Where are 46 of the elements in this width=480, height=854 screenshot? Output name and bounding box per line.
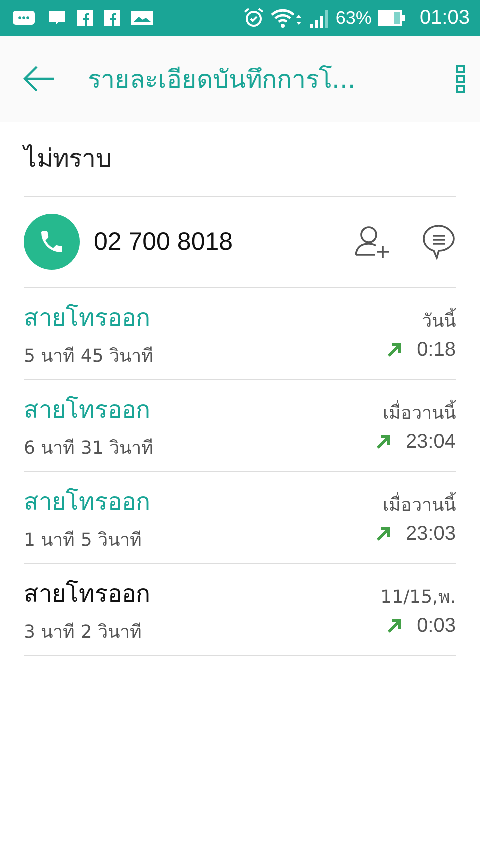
- add-person-icon: [354, 225, 392, 259]
- battery-icon: [376, 8, 407, 28]
- call-type: สายโทรออก: [24, 394, 152, 426]
- call-duration: 3 นาที 2 วินาที: [24, 620, 144, 644]
- chat-icon: [12, 9, 38, 27]
- call-duration: 5 นาที 45 วินาที: [24, 344, 154, 368]
- message-icon: [47, 9, 67, 27]
- call-log-entry[interactable]: สายโทรออก 5 นาที 45 วินาที วันนี้ 0:18: [24, 288, 456, 380]
- call-duration: 1 นาที 5 วินาที: [24, 528, 144, 552]
- image-icon: [130, 9, 154, 27]
- call-log-entry[interactable]: สายโทรออก 6 นาที 31 วินาที เมื่อวานนี้ 23:04: [24, 380, 456, 472]
- call-date: เมื่อวานนี้: [383, 490, 456, 518]
- more-icon: [456, 64, 466, 94]
- outgoing-arrow-icon: [387, 618, 404, 634]
- message-button[interactable]: [422, 224, 456, 260]
- screen-title: รายละเอียดบันทึกการโ...: [88, 64, 357, 96]
- call-date: วันนี้: [422, 306, 456, 334]
- outgoing-arrow-icon: [376, 434, 392, 450]
- call-time: 0:18: [417, 338, 456, 362]
- call-type: สายโทรออก: [24, 486, 151, 518]
- call-date: เมื่อวานนี้: [383, 398, 456, 426]
- clock-time: 01:03: [420, 6, 470, 30]
- call-type: สายโทรออก: [24, 302, 152, 334]
- phone-number: 02 700 8018: [94, 228, 234, 256]
- signal-icon: [308, 7, 331, 29]
- battery-percentage: 63%: [336, 8, 372, 28]
- call-time: 23:04: [406, 430, 456, 454]
- call-date: 11/15,พ.: [380, 586, 456, 610]
- call-duration: 6 นาที 31 วินาที: [24, 436, 154, 460]
- outgoing-arrow-icon: [376, 526, 392, 542]
- f-logo-icon: [76, 9, 94, 27]
- contact-name: ไม่ทราบ: [24, 122, 456, 197]
- back-button[interactable]: [22, 64, 56, 94]
- call-type: สายโทรออก: [24, 578, 151, 610]
- add-contact-button[interactable]: [354, 225, 392, 259]
- call-time: 0:03: [417, 614, 456, 638]
- speech-bubble-icon: [422, 224, 456, 260]
- call-time: 23:03: [406, 522, 456, 546]
- alarm-icon: [242, 7, 265, 29]
- back-arrow-icon: [22, 64, 56, 94]
- f-logo-icon: [103, 9, 121, 27]
- wifi-icon: [270, 7, 304, 29]
- call-log-entry[interactable]: สายโทรออก 1 นาที 5 วินาที เมื่อวานนี้ 23:03: [24, 472, 456, 564]
- call-log-entry[interactable]: สายโทรออก 3 นาที 2 วินาที 11/15,พ. 0:03: [24, 564, 456, 656]
- menu-button[interactable]: [456, 64, 466, 94]
- outgoing-arrow-icon: [387, 342, 404, 358]
